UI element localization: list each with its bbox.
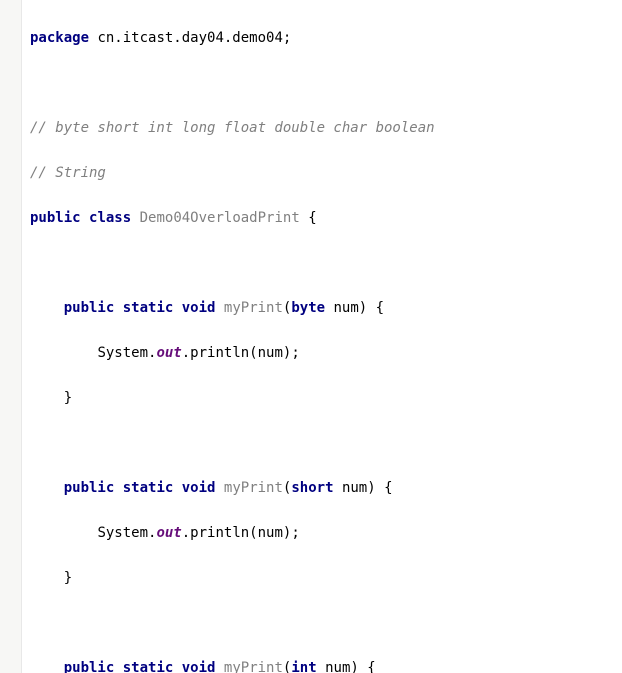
- code-line-empty[interactable]: [30, 612, 622, 635]
- keyword-void: void: [182, 480, 216, 496]
- keyword-public: public: [64, 480, 115, 496]
- code-line-empty[interactable]: [30, 72, 622, 95]
- close-brace: }: [64, 390, 72, 406]
- code-line[interactable]: System.out.println(num);: [30, 522, 622, 545]
- println-call: .println(num);: [182, 525, 300, 541]
- param-name: num: [334, 480, 368, 496]
- method-name: myPrint: [224, 480, 283, 496]
- method-name: myPrint: [224, 660, 283, 673]
- keyword-static: static: [123, 480, 174, 496]
- code-line[interactable]: public class Demo04OverloadPrint {: [30, 207, 622, 230]
- close-brace: }: [64, 570, 72, 586]
- code-line[interactable]: package cn.itcast.day04.demo04;: [30, 27, 622, 50]
- keyword-package: package: [30, 30, 89, 46]
- system-call: System.: [97, 345, 156, 361]
- out-field: out: [156, 525, 181, 541]
- keyword-void: void: [182, 300, 216, 316]
- code-line[interactable]: public static void myPrint(int num) {: [30, 657, 622, 673]
- code-editor[interactable]: package cn.itcast.day04.demo04; // byte …: [22, 0, 622, 673]
- code-line-empty[interactable]: [30, 432, 622, 455]
- open-brace: {: [308, 210, 316, 226]
- println-call: .println(num);: [182, 345, 300, 361]
- comment-text: // String: [30, 165, 106, 181]
- class-name: Demo04OverloadPrint: [131, 210, 308, 226]
- method-name: myPrint: [224, 300, 283, 316]
- out-field: out: [156, 345, 181, 361]
- keyword-public: public: [64, 660, 115, 673]
- code-line[interactable]: // byte short int long float double char…: [30, 117, 622, 140]
- param-name: num: [317, 660, 351, 673]
- code-line[interactable]: }: [30, 387, 622, 410]
- keyword-int: int: [291, 660, 316, 673]
- code-line[interactable]: System.out.println(num);: [30, 342, 622, 365]
- code-line[interactable]: // String: [30, 162, 622, 185]
- keyword-public: public: [30, 210, 81, 226]
- keyword-void: void: [182, 660, 216, 673]
- keyword-public: public: [64, 300, 115, 316]
- editor-gutter: [0, 0, 22, 673]
- code-line-empty[interactable]: [30, 252, 622, 275]
- keyword-byte: byte: [291, 300, 325, 316]
- package-path: cn.itcast.day04.demo04;: [89, 30, 291, 46]
- code-line[interactable]: public static void myPrint(short num) {: [30, 477, 622, 500]
- keyword-class: class: [89, 210, 131, 226]
- comment-text: // byte short int long float double char…: [30, 120, 435, 136]
- param-name: num: [325, 300, 359, 316]
- keyword-short: short: [291, 480, 333, 496]
- code-line[interactable]: public static void myPrint(byte num) {: [30, 297, 622, 320]
- keyword-static: static: [123, 660, 174, 673]
- code-line[interactable]: }: [30, 567, 622, 590]
- system-call: System.: [97, 525, 156, 541]
- keyword-static: static: [123, 300, 174, 316]
